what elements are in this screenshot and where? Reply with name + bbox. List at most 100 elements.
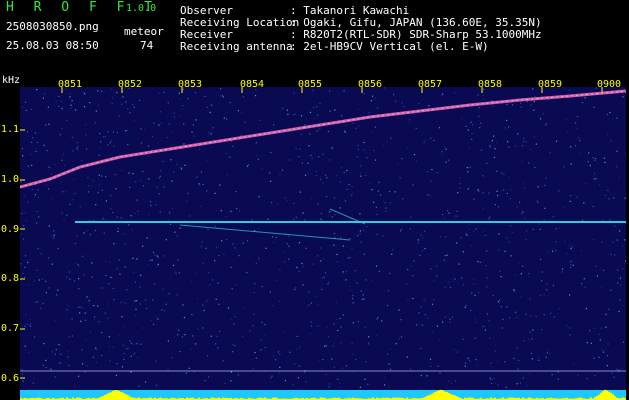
noise-speck (135, 181, 137, 183)
noise-speck (480, 122, 482, 124)
noise-speck (296, 266, 298, 269)
noise-speck (316, 325, 318, 327)
level-bar (442, 390, 444, 400)
noise-speck (103, 218, 105, 220)
noise-speck (184, 164, 186, 166)
noise-speck (478, 190, 480, 192)
noise-speck (187, 98, 189, 100)
noise-speck (72, 137, 74, 139)
noise-speck (113, 299, 115, 301)
noise-speck (30, 108, 32, 110)
noise-speck (468, 166, 470, 168)
noise-speck (479, 261, 481, 263)
noise-speck (344, 131, 346, 133)
noise-speck (600, 327, 602, 329)
noise-speck (67, 350, 69, 352)
noise-speck (110, 88, 112, 90)
noise-speck (365, 279, 367, 281)
noise-speck (346, 170, 348, 172)
noise-speck (616, 117, 618, 119)
noise-speck (342, 245, 344, 247)
noise-speck (557, 371, 559, 373)
noise-speck (210, 133, 212, 135)
noise-speck (389, 202, 391, 204)
noise-speck (61, 108, 63, 110)
noise-speck (427, 171, 429, 173)
noise-speck (378, 181, 380, 183)
noise-speck (234, 344, 236, 347)
noise-speck (145, 381, 147, 383)
noise-speck (542, 113, 544, 115)
noise-speck (570, 248, 572, 250)
noise-speck (32, 382, 34, 384)
noise-speck (327, 130, 330, 133)
noise-speck (467, 171, 469, 173)
noise-speck (444, 255, 446, 257)
noise-speck (293, 92, 295, 94)
noise-speck (545, 177, 547, 179)
noise-speck (531, 358, 533, 360)
noise-speck (82, 255, 84, 257)
level-bar (114, 390, 116, 400)
noise-speck (136, 199, 138, 201)
noise-speck (309, 133, 311, 135)
noise-speck (20, 233, 22, 235)
noise-speck (352, 122, 354, 124)
noise-speck (524, 217, 526, 219)
noise-speck (575, 145, 577, 147)
noise-speck (170, 159, 172, 161)
noise-speck (475, 228, 477, 230)
noise-speck (465, 125, 467, 127)
noise-speck (537, 202, 539, 204)
noise-speck (561, 271, 563, 273)
noise-speck (477, 94, 479, 96)
noise-speck (43, 93, 46, 95)
noise-speck (508, 317, 511, 319)
noise-speck (602, 351, 605, 353)
noise-speck (163, 309, 165, 312)
noise-speck (277, 203, 279, 205)
noise-speck (69, 203, 71, 206)
noise-speck (325, 174, 327, 176)
noise-speck (482, 208, 484, 210)
noise-speck (223, 117, 225, 119)
noise-speck (122, 96, 124, 98)
noise-speck (206, 299, 208, 301)
level-bar (430, 394, 432, 400)
noise-speck (86, 365, 88, 367)
noise-speck (406, 147, 408, 149)
noise-speck (298, 156, 300, 158)
noise-speck (312, 263, 314, 265)
noise-speck (196, 176, 198, 178)
noise-speck (593, 178, 595, 180)
noise-speck (613, 376, 615, 378)
noise-speck (370, 100, 373, 102)
noise-speck (267, 218, 269, 220)
noise-speck (191, 131, 193, 133)
noise-speck (588, 152, 590, 154)
noise-speck (246, 240, 248, 242)
noise-speck (304, 174, 307, 176)
noise-speck (467, 188, 469, 190)
noise-speck (52, 236, 54, 238)
noise-speck (99, 147, 101, 149)
noise-speck (117, 227, 119, 230)
noise-speck (22, 106, 24, 108)
noise-speck (464, 365, 466, 367)
noise-speck (319, 178, 322, 180)
noise-speck (329, 110, 331, 112)
noise-speck (582, 219, 584, 221)
noise-speck (48, 257, 50, 259)
noise-speck (360, 165, 362, 167)
noise-speck (155, 204, 157, 206)
noise-speck (544, 207, 546, 209)
noise-speck (364, 326, 366, 328)
noise-speck (274, 359, 277, 361)
noise-speck (609, 111, 611, 114)
noise-speck (340, 326, 342, 328)
noise-speck (130, 371, 132, 373)
noise-speck (133, 353, 135, 355)
noise-speck (258, 257, 260, 260)
noise-speck (545, 124, 547, 126)
noise-speck (71, 135, 73, 138)
